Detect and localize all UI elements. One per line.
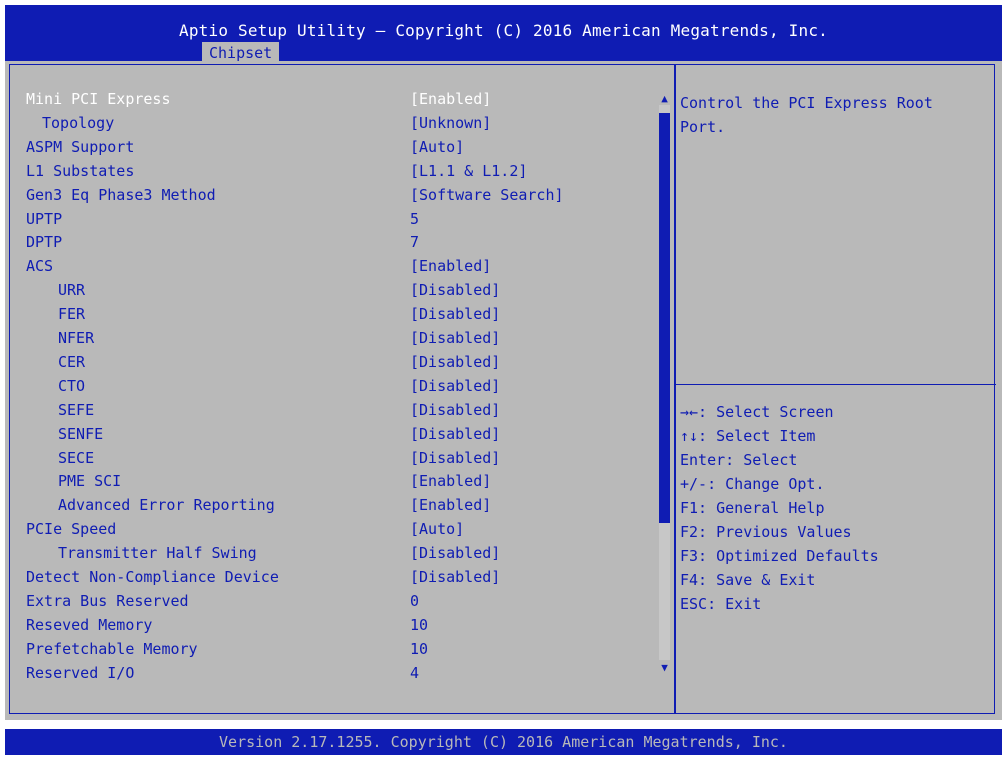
setting-value[interactable]: [Enabled] (410, 87, 491, 111)
setting-row[interactable]: ASPM Support [Auto] (10, 135, 650, 159)
setting-value[interactable]: 10 (410, 613, 428, 637)
setting-label: DPTP (26, 233, 63, 252)
scrollbar-thumb[interactable] (659, 113, 670, 523)
version-footer: Version 2.17.1255. Copyright (C) 2016 Am… (5, 729, 1002, 755)
setting-label: FER (58, 305, 86, 324)
setting-value[interactable]: 10 (410, 637, 428, 661)
setting-row[interactable]: Gen3 Eq Phase3 Method [Software Search] (10, 183, 650, 207)
content-frame: Mini PCI Express [Enabled] Topology [Unknow… (9, 64, 996, 714)
setting-row[interactable]: CER [Disabled] (10, 350, 650, 374)
setting-label: Gen3 Eq Phase3 Method (26, 185, 216, 204)
setting-row[interactable]: PME SCI [Enabled] (10, 469, 650, 493)
setting-row[interactable]: L1 Substates [L1.1 & L1.2] (10, 159, 650, 183)
setting-row[interactable]: Transmitter Half Swing [Disabled] (10, 541, 650, 565)
setting-row[interactable]: DPTP 7 (10, 230, 650, 254)
setting-value[interactable]: [L1.1 & L1.2] (410, 159, 527, 183)
setting-row[interactable]: Reseved Memory 10 (10, 613, 650, 637)
setting-value[interactable]: [Disabled] (410, 422, 500, 446)
setting-row[interactable]: Detect Non-Compliance Device [Disabled] (10, 565, 650, 589)
setting-label: Detect Non-Compliance Device (26, 568, 279, 586)
setting-value[interactable]: 5 (410, 207, 419, 231)
setting-row[interactable]: Prefetchable Memory 10 (10, 637, 650, 661)
window-title: Aptio Setup Utility – Copyright (C) 2016… (179, 21, 828, 40)
setting-label: Reseved Memory (26, 615, 153, 634)
key-hint: F3: Optimized Defaults (680, 547, 879, 565)
setting-label: ASPM Support (26, 137, 135, 156)
setting-label: SEFE (58, 400, 95, 419)
setting-row[interactable]: NFER [Disabled] (10, 326, 650, 350)
main-panel: Mini PCI Express [Enabled] Topology [Unknow… (5, 61, 1002, 720)
setting-row[interactable]: Reserved I/O 4 (10, 661, 650, 685)
setting-label: CTO (58, 376, 86, 395)
setting-label: SENFE (58, 424, 104, 443)
setting-row[interactable]: UPTP 5 (10, 207, 650, 231)
key-hint: F2: Previous Values (680, 523, 852, 541)
setting-label: Transmitter Half Swing (58, 544, 257, 563)
setting-value[interactable]: 0 (410, 589, 419, 613)
title-bar: Aptio Setup Utility – Copyright (C) 2016… (5, 5, 1002, 64)
setting-label: SECE (58, 448, 95, 467)
setting-row[interactable]: Advanced Error Reporting [Enabled] (10, 493, 650, 517)
setting-value[interactable]: [Software Search] (410, 183, 564, 207)
key-hint: →←: Select Screen (680, 403, 834, 421)
setting-row[interactable]: FER [Disabled] (10, 302, 650, 326)
setting-value[interactable]: [Disabled] (410, 565, 500, 589)
scroll-up-arrow-icon[interactable]: ▲ (658, 93, 671, 105)
setting-value[interactable]: [Disabled] (410, 350, 500, 374)
setting-label: PCIe Speed (26, 520, 117, 539)
setting-value[interactable]: [Enabled] (410, 493, 491, 517)
setting-row[interactable]: Mini PCI Express [Enabled] (10, 87, 650, 111)
setting-value[interactable]: [Unknown] (410, 111, 491, 135)
setting-value[interactable]: [Auto] (410, 517, 464, 541)
setting-label: Extra Bus Reserved (26, 591, 189, 610)
panel-divider (674, 65, 676, 713)
setting-label: ACS (26, 257, 54, 276)
key-hint: ↑↓: Select Item (680, 427, 816, 445)
setting-value[interactable]: [Enabled] (410, 254, 491, 278)
setting-value[interactable]: 7 (410, 230, 419, 254)
setting-label: Mini PCI Express (26, 90, 171, 108)
setting-row[interactable]: Extra Bus Reserved 0 (10, 589, 650, 613)
setting-label: L1 Substates (26, 161, 135, 180)
key-hint: +/-: Change Opt. (680, 475, 825, 493)
key-hint: F1: General Help (680, 499, 825, 517)
help-divider (676, 384, 996, 385)
key-legend: →←: Select Screen ↑↓: Select Item Enter: S… (680, 400, 990, 616)
setting-row[interactable]: SENFE [Disabled] (10, 422, 650, 446)
setting-label: NFER (58, 329, 95, 347)
setting-value[interactable]: [Enabled] (410, 469, 491, 493)
setting-row[interactable]: CTO [Disabled] (10, 374, 650, 398)
setting-label: Reserved I/O (26, 663, 135, 682)
setting-label: Topology (42, 113, 115, 132)
setting-row[interactable]: Topology [Unknown] (10, 111, 650, 135)
setting-value[interactable]: [Disabled] (410, 446, 500, 470)
setting-value[interactable]: [Disabled] (410, 326, 500, 350)
key-hint: F4: Save & Exit (680, 571, 816, 589)
key-hint: Enter: Select (680, 451, 798, 469)
setting-label: PME SCI (58, 472, 122, 491)
setting-row[interactable]: SEFE [Disabled] (10, 398, 650, 422)
setting-row[interactable]: URR [Disabled] (10, 278, 650, 302)
setting-label: UPTP (26, 209, 63, 228)
setting-value[interactable]: [Disabled] (410, 541, 500, 565)
scroll-down-arrow-icon[interactable]: ▼ (658, 662, 671, 674)
setting-value[interactable]: [Disabled] (410, 374, 500, 398)
setting-label: CER (58, 352, 86, 371)
setting-label: Advanced Error Reporting (58, 496, 275, 515)
setting-value[interactable]: [Disabled] (410, 278, 500, 302)
setting-label: Prefetchable Memory (26, 639, 198, 658)
setting-value[interactable]: [Auto] (410, 135, 464, 159)
setting-value[interactable]: 4 (410, 661, 419, 685)
setting-row[interactable]: SECE [Disabled] (10, 446, 650, 470)
setting-row[interactable]: ACS [Enabled] (10, 254, 650, 278)
setting-label: URR (58, 281, 86, 300)
key-hint: ESC: Exit (680, 595, 762, 613)
setting-value[interactable]: [Disabled] (410, 398, 500, 422)
setting-value[interactable]: [Disabled] (410, 302, 500, 326)
help-description: Control the PCI Express Root Port. (680, 94, 942, 136)
setting-row[interactable]: PCIe Speed [Auto] (10, 517, 650, 541)
